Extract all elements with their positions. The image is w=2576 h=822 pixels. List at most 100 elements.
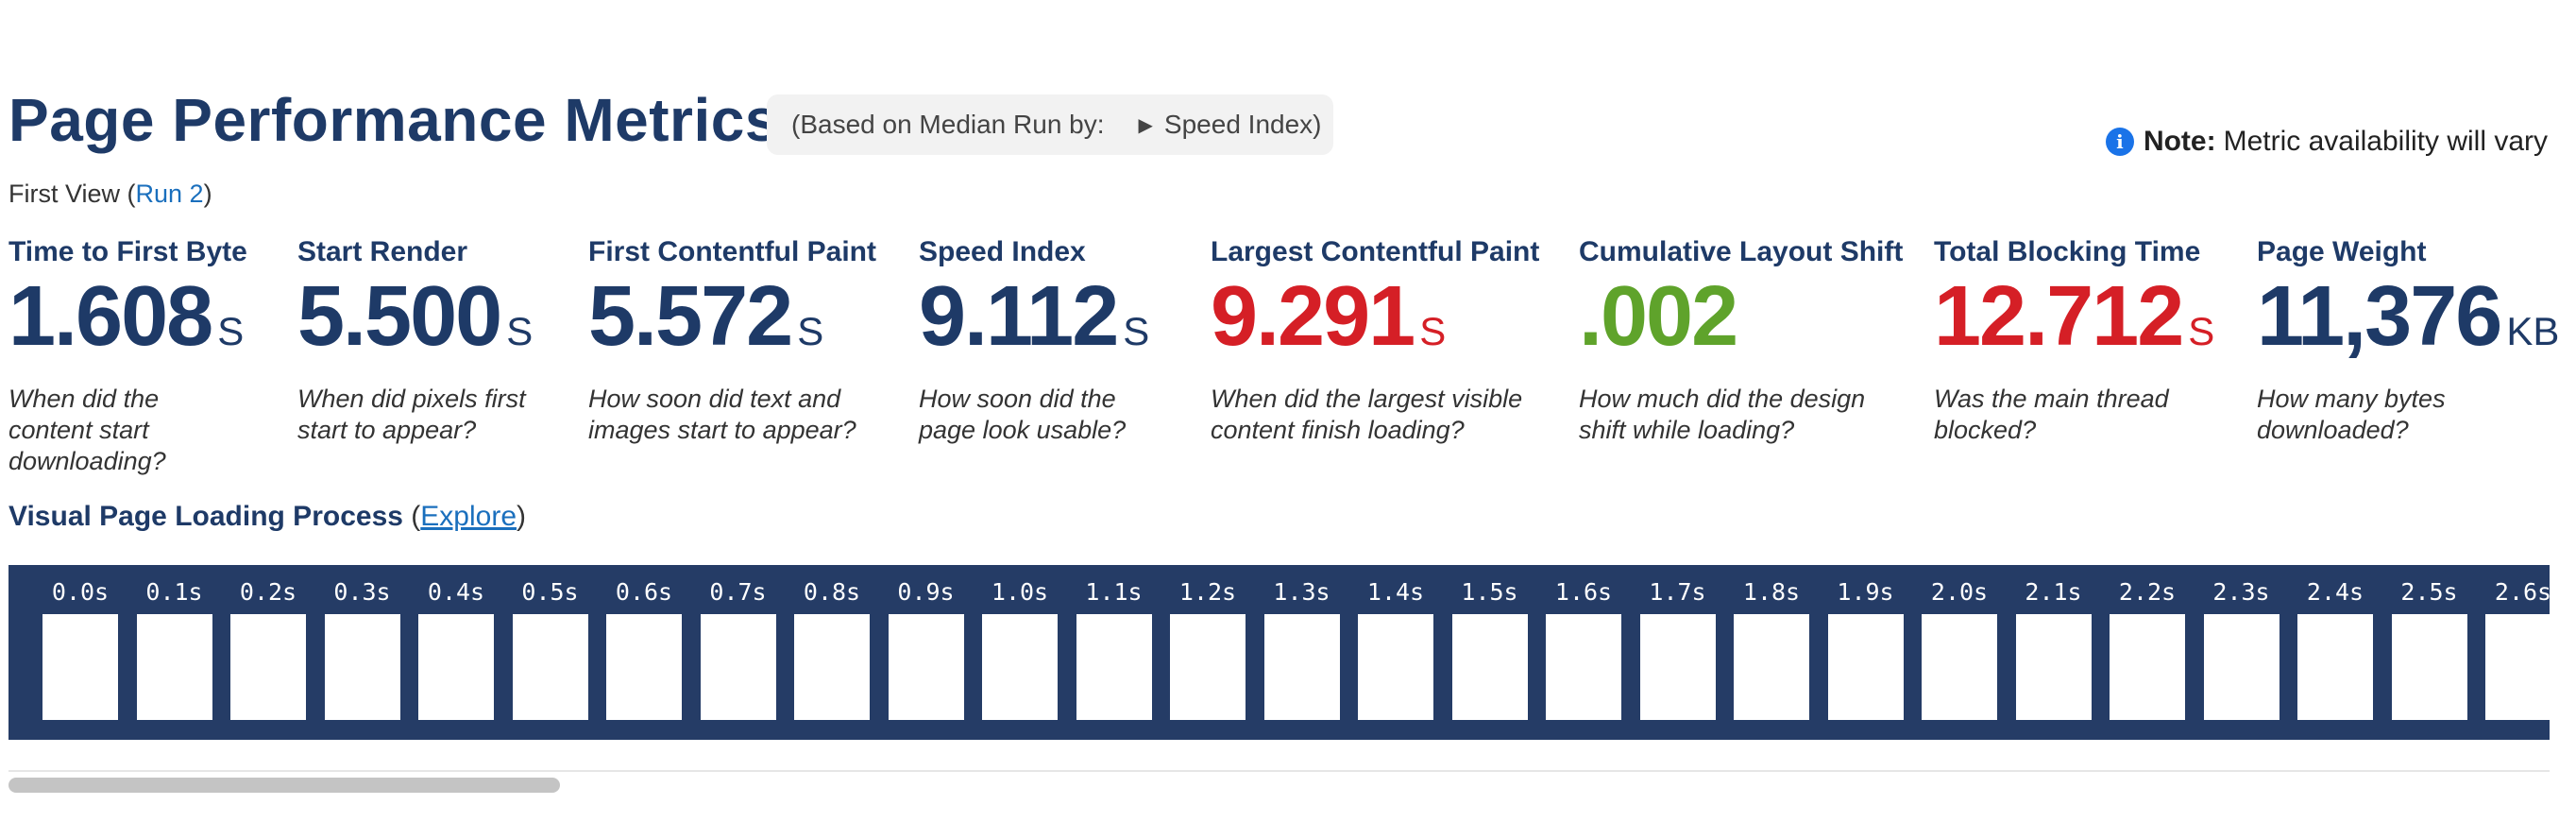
filmstrip-frame[interactable]: 2.0s bbox=[1922, 565, 1997, 740]
metric-value: 11,376 KB bbox=[2257, 274, 2559, 359]
explore-link[interactable]: Explore bbox=[420, 501, 517, 532]
frame-time-label: 0.0s bbox=[51, 578, 110, 606]
filmstrip-frame[interactable]: 2.2s bbox=[2110, 565, 2185, 740]
run-link[interactable]: Run 2 bbox=[136, 180, 204, 208]
frame-thumbnail[interactable] bbox=[230, 614, 306, 720]
frame-thumbnail[interactable] bbox=[42, 614, 118, 720]
filmstrip-frame[interactable]: 2.5s bbox=[2391, 565, 2467, 740]
frame-thumbnail[interactable] bbox=[2203, 614, 2279, 720]
filmstrip-frame[interactable]: 1.2s bbox=[1170, 565, 1246, 740]
median-run-metric: Speed Index) bbox=[1163, 110, 1322, 139]
metric-number: 12.712 bbox=[1934, 269, 2184, 364]
frame-time-label: 1.6s bbox=[1554, 578, 1613, 606]
filmstrip-frame[interactable]: 1.6s bbox=[1546, 565, 1621, 740]
frame-time-label: 2.6s bbox=[2494, 578, 2550, 606]
frame-thumbnail[interactable] bbox=[1358, 614, 1433, 720]
frame-thumbnail[interactable] bbox=[606, 614, 682, 720]
frame-thumbnail[interactable] bbox=[794, 614, 870, 720]
frame-thumbnail[interactable] bbox=[324, 614, 400, 720]
page-performance-page: Page Performance Metrics (Based on Media… bbox=[0, 0, 2576, 822]
filmstrip-frame[interactable]: 0.9s bbox=[888, 565, 964, 740]
frame-thumbnail[interactable] bbox=[1827, 614, 1904, 720]
frame-thumbnail[interactable] bbox=[1170, 614, 1246, 720]
frame-time-label: 0.7s bbox=[709, 578, 767, 606]
metric-value: 5.500 S bbox=[297, 274, 571, 359]
metric-unit: S bbox=[1123, 309, 1150, 353]
filmstrip-scrollbar[interactable] bbox=[8, 778, 560, 793]
median-run-selector[interactable]: (Based on Median Run by: ▶ Speed Index) bbox=[767, 94, 1333, 155]
filmstrip-frame[interactable]: 0.2s bbox=[230, 565, 306, 740]
metric-availability-note: i Note: Metric availability will vary bbox=[2105, 123, 2548, 161]
metric-number: 9.112 bbox=[919, 269, 1119, 364]
filmstrip-frame[interactable]: 0.6s bbox=[606, 565, 682, 740]
filmstrip-frame[interactable]: 1.7s bbox=[1639, 565, 1716, 740]
frame-thumbnail[interactable] bbox=[1639, 614, 1716, 720]
filmstrip-frame[interactable]: 0.7s bbox=[700, 565, 776, 740]
frame-thumbnail[interactable] bbox=[1734, 614, 1809, 720]
frame-thumbnail[interactable] bbox=[1076, 614, 1152, 720]
frame-thumbnail[interactable] bbox=[1451, 614, 1528, 720]
frame-thumbnail[interactable] bbox=[512, 614, 588, 720]
filmstrip-frame[interactable]: 1.8s bbox=[1734, 565, 1809, 740]
filmstrip-frame[interactable]: 1.3s bbox=[1263, 565, 1340, 740]
filmstrip-frame[interactable]: 2.4s bbox=[2297, 565, 2373, 740]
filmstrip-frame[interactable]: 1.9s bbox=[1827, 565, 1904, 740]
metric-unit: KB bbox=[2506, 309, 2560, 353]
frame-time-label: 1.3s bbox=[1273, 578, 1330, 606]
filmstrip-frame[interactable]: 0.0s bbox=[42, 565, 118, 740]
metric-unit: S bbox=[797, 309, 824, 353]
filmstrip-frame[interactable]: 0.3s bbox=[324, 565, 400, 740]
frame-thumbnail[interactable] bbox=[700, 614, 776, 720]
metric-unit: S bbox=[1419, 309, 1447, 353]
frame-thumbnail[interactable] bbox=[1922, 614, 1997, 720]
filmstrip-frame[interactable]: 0.1s bbox=[136, 565, 212, 740]
filmstrip-frame[interactable]: 2.1s bbox=[2015, 565, 2092, 740]
first-view-prefix: First View ( bbox=[8, 180, 136, 208]
metric-value: 5.572 S bbox=[588, 274, 909, 359]
metric-label: Speed Index bbox=[919, 236, 1086, 267]
frame-time-label: 2.2s bbox=[2118, 578, 2177, 606]
metric-number: .002 bbox=[1579, 269, 1738, 364]
frame-thumbnail[interactable] bbox=[2391, 614, 2467, 720]
first-view-suffix: ) bbox=[203, 180, 212, 208]
metric-number: 11,376 bbox=[2257, 269, 2502, 364]
metric-speed-index: Speed Index 9.112 S How soon did the page… bbox=[919, 236, 1202, 446]
filmstrip-frame[interactable]: 2.6s bbox=[2485, 565, 2550, 740]
metric-number: 5.500 bbox=[297, 269, 502, 364]
filmstrip[interactable]: 0.0s 0.1s 0.2s 0.3s 0.4s 0.5s 0.6s 0.7s 0.8s 0.9s… bbox=[8, 565, 2550, 740]
metric-cls: Cumulative Layout Shift .002 How much di… bbox=[1579, 236, 1928, 446]
frame-thumbnail[interactable] bbox=[982, 614, 1058, 720]
frame-thumbnail[interactable] bbox=[2110, 614, 2185, 720]
frame-thumbnail[interactable] bbox=[888, 614, 964, 720]
metric-value: 9.291 S bbox=[1211, 274, 1569, 359]
filmstrip-frame[interactable]: 0.8s bbox=[794, 565, 870, 740]
note-text: Metric availability will vary bbox=[2223, 126, 2548, 157]
metric-value: 9.112 S bbox=[919, 274, 1202, 359]
filmstrip-scroll-track bbox=[8, 770, 2550, 772]
note-label: Note: bbox=[2143, 126, 2216, 157]
frame-thumbnail[interactable] bbox=[1263, 614, 1340, 720]
frame-thumbnail[interactable] bbox=[136, 614, 212, 720]
frame-thumbnail[interactable] bbox=[2015, 614, 2092, 720]
frame-thumbnail[interactable] bbox=[2485, 614, 2550, 720]
metric-ttfb: Time to First Byte 1.608 S When did the c… bbox=[8, 236, 282, 477]
frame-thumbnail[interactable] bbox=[1546, 614, 1621, 720]
filmstrip-frame[interactable]: 1.1s bbox=[1076, 565, 1152, 740]
filmstrip-frame[interactable]: 1.5s bbox=[1451, 565, 1528, 740]
filmstrip-frame[interactable]: 1.4s bbox=[1358, 565, 1433, 740]
metric-value: .002 bbox=[1579, 274, 1928, 359]
median-run-prefix: (Based on Median Run by: bbox=[791, 110, 1105, 139]
frame-time-label: 1.8s bbox=[1742, 578, 1801, 606]
filmstrip-frame[interactable]: 2.3s bbox=[2203, 565, 2279, 740]
metric-unit: S bbox=[2188, 309, 2215, 353]
metric-tbt: Total Blocking Time 12.712 S Was the main… bbox=[1934, 236, 2246, 446]
filmstrip-frame[interactable]: 1.0s bbox=[982, 565, 1058, 740]
frame-thumbnail[interactable] bbox=[2297, 614, 2373, 720]
frame-thumbnail[interactable] bbox=[418, 614, 494, 720]
frame-time-label: 0.2s bbox=[239, 578, 297, 606]
filmstrip-frame[interactable]: 0.5s bbox=[512, 565, 588, 740]
filmstrip-frame[interactable]: 0.4s bbox=[418, 565, 494, 740]
frame-time-label: 2.1s bbox=[2025, 578, 2082, 606]
metric-page-weight: Page Weight 11,376 KB How many bytes down… bbox=[2257, 236, 2559, 446]
first-view-caption: First View (Run 2) bbox=[8, 180, 212, 209]
